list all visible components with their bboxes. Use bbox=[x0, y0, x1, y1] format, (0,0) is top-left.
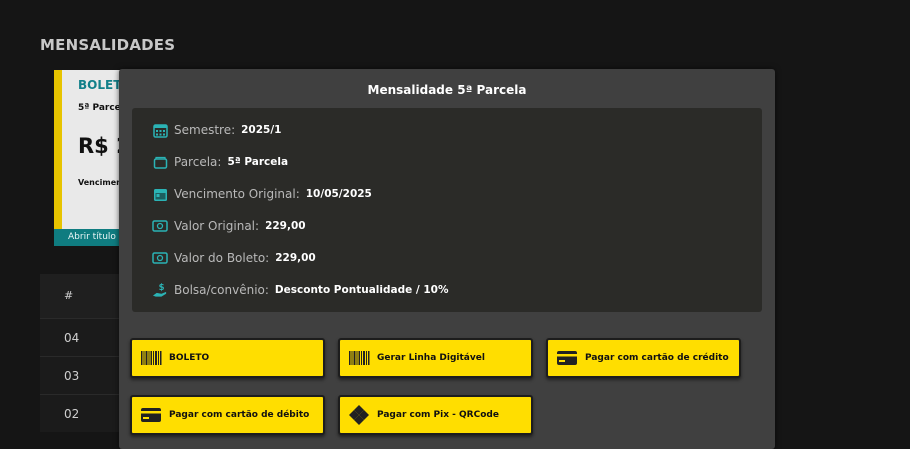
pay-pix-qrcode-button[interactable]: Pagar com Pix - QRCode bbox=[338, 395, 533, 435]
detail-label: Valor do Boleto: bbox=[174, 251, 270, 265]
detail-label: Valor Original: bbox=[174, 219, 260, 233]
wallet-icon bbox=[152, 154, 168, 170]
hand-dollar-icon: $ bbox=[152, 282, 168, 298]
pay-debit-card-button[interactable]: Pagar com cartão de débito bbox=[130, 395, 325, 435]
barcode-icon bbox=[139, 348, 163, 368]
credit-card-icon bbox=[139, 405, 163, 425]
pay-credit-card-button[interactable]: Pagar com cartão de crédito bbox=[546, 338, 741, 378]
detail-value: 2025/1 bbox=[241, 124, 282, 136]
detail-value: 10/05/2025 bbox=[305, 188, 372, 200]
tuition-card[interactable]: BOLET 5ª Parcel R$ 2 Vencimen Abrir títu… bbox=[54, 70, 131, 246]
detail-label: Bolsa/convênio: bbox=[174, 283, 269, 297]
detail-row-original-value: Valor Original: 229,00 bbox=[152, 216, 306, 236]
svg-text:$: $ bbox=[159, 282, 165, 292]
calendar-grid-icon bbox=[152, 122, 168, 138]
detail-row-parcel: Parcela: 5ª Parcela bbox=[152, 152, 288, 172]
card-type: BOLET bbox=[78, 78, 122, 92]
table-row[interactable]: 03 bbox=[40, 356, 130, 394]
table-row[interactable]: 02 bbox=[40, 394, 130, 432]
generate-digital-line-button[interactable]: Gerar Linha Digitável bbox=[338, 338, 533, 378]
table-row[interactable]: 04 bbox=[40, 318, 130, 356]
detail-label: Semestre: bbox=[174, 123, 236, 137]
detail-label: Parcela: bbox=[174, 155, 222, 169]
calendar-icon bbox=[152, 186, 168, 202]
pay-pix-qrcode-label: Pagar com Pix - QRCode bbox=[377, 410, 499, 420]
detail-row-scholarship: $ Bolsa/convênio: Desconto Pontualidade … bbox=[152, 280, 449, 300]
card-due-date: Vencimen bbox=[78, 178, 122, 187]
open-title-link[interactable]: Abrir título bbox=[54, 229, 124, 246]
table-header-number: # bbox=[40, 274, 130, 318]
pay-debit-card-label: Pagar com cartão de débito bbox=[169, 410, 310, 420]
installment-modal: Mensalidade 5ª Parcela Semestre: 2025/1 … bbox=[119, 69, 775, 449]
credit-card-icon bbox=[555, 348, 579, 368]
detail-label: Vencimento Original: bbox=[174, 187, 300, 201]
detail-value: 5ª Parcela bbox=[227, 156, 289, 168]
money-icon bbox=[152, 250, 168, 266]
installment-details: Semestre: 2025/1 Parcela: 5ª Parcela Ven… bbox=[132, 108, 762, 312]
generate-digital-line-label: Gerar Linha Digitável bbox=[377, 353, 485, 363]
modal-title: Mensalidade 5ª Parcela bbox=[367, 83, 527, 97]
boleto-button[interactable]: BOLETO bbox=[130, 338, 325, 378]
pay-credit-card-label: Pagar com cartão de crédito bbox=[585, 353, 729, 363]
money-icon bbox=[152, 218, 168, 234]
detail-value: Desconto Pontualidade / 10% bbox=[274, 284, 449, 296]
barcode-icon bbox=[347, 348, 371, 368]
detail-row-semester: Semestre: 2025/1 bbox=[152, 120, 282, 140]
pix-icon bbox=[347, 405, 371, 425]
detail-value: 229,00 bbox=[265, 220, 306, 232]
installments-table: # 04 03 02 bbox=[40, 274, 130, 432]
detail-value: 229,00 bbox=[275, 252, 316, 264]
detail-row-boleto-value: Valor do Boleto: 229,00 bbox=[152, 248, 316, 268]
boleto-button-label: BOLETO bbox=[169, 353, 210, 363]
detail-row-due-date: Vencimento Original: 10/05/2025 bbox=[152, 184, 372, 204]
page-title: MENSALIDADES bbox=[40, 36, 176, 54]
card-parcel: 5ª Parcel bbox=[78, 103, 124, 113]
